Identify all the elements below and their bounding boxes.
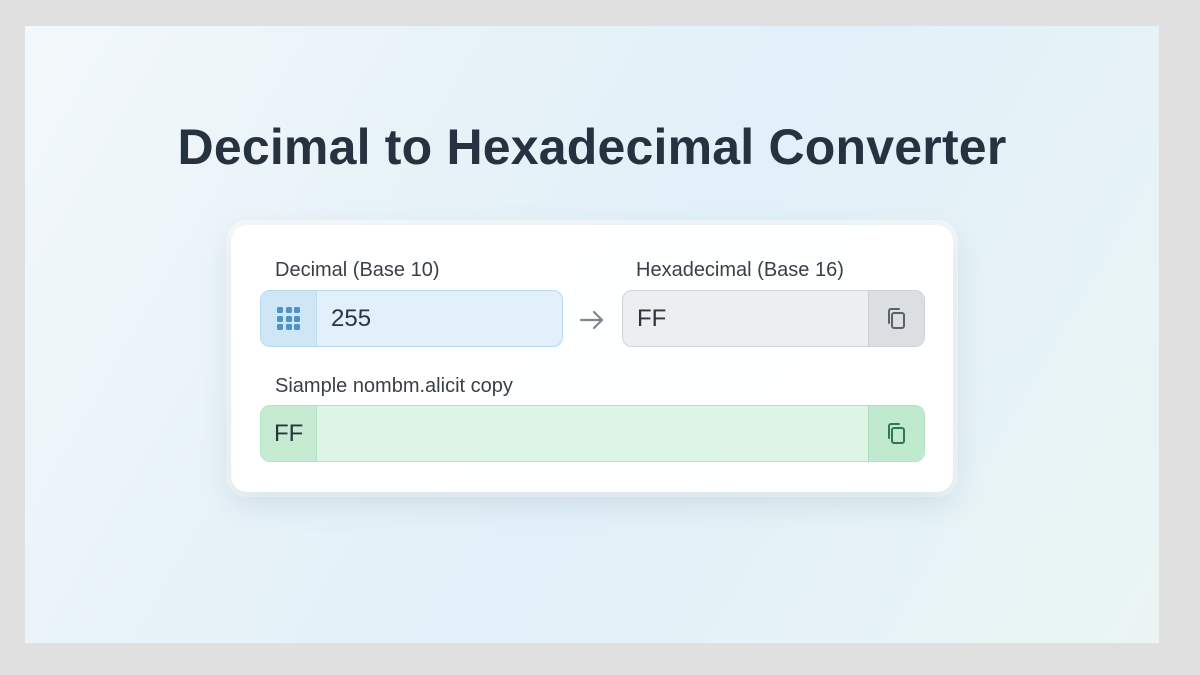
hexadecimal-output[interactable]: FF [623,305,868,333]
sample-label: Siample nombm.alicit copy [275,375,513,397]
sample-output-group: FF [260,405,925,462]
hexadecimal-output-group: FF [622,290,925,347]
decimal-input[interactable] [317,291,517,346]
decimal-input-group [260,290,563,347]
decimal-label: Decimal (Base 10) [275,259,440,281]
keypad-icon [261,291,317,346]
app-background: Decimal to Hexadecimal Converter Decimal… [25,26,1159,643]
copy-hex-button[interactable] [868,291,924,346]
page-title: Decimal to Hexadecimal Converter [177,119,1007,175]
arrow-right-icon [577,305,607,340]
converter-card: Decimal (Base 10) Hexadecimal (Base 16) … [231,225,953,492]
copy-icon [887,422,905,444]
copy-sample-button[interactable] [868,406,924,461]
hexadecimal-label: Hexadecimal (Base 16) [636,259,844,281]
sample-value[interactable]: FF [261,406,317,461]
copy-icon [887,307,905,329]
